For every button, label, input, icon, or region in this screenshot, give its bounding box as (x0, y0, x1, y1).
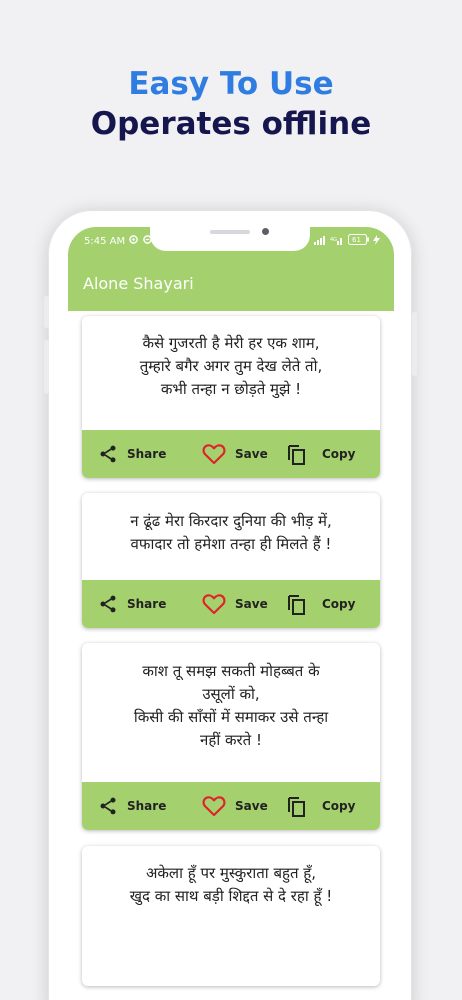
copy-button[interactable]: Copy (286, 580, 355, 628)
copy-icon (286, 593, 306, 615)
camera-notch (150, 227, 310, 251)
svg-text:4G: 4G (330, 237, 337, 243)
promo-line-1: Easy To Use (128, 66, 334, 102)
share-icon (98, 444, 118, 464)
copy-button[interactable]: Copy (286, 430, 355, 478)
copy-icon (286, 795, 306, 817)
app-notification-icon (129, 235, 138, 247)
shayari-line: काश तू समझ सकती मोहब्बत के (142, 662, 320, 680)
save-label: Save (235, 447, 268, 461)
shayari-card: कैसे गुजरती है मेरी हर एक शाम, तुम्हारे … (82, 316, 380, 478)
svg-text:61: 61 (352, 236, 361, 244)
shayari-line: खुद का साथ बड़ी शिद्दत से दे रहा हूँ ! (129, 887, 333, 905)
shayari-line: नहीं करते ! (200, 731, 262, 749)
share-label: Share (127, 447, 167, 461)
copy-label: Copy (322, 597, 356, 611)
share-label: Share (127, 799, 167, 813)
front-camera (262, 228, 269, 235)
shayari-card: काश तू समझ सकती मोहब्बत के उसूलों को, कि… (82, 643, 380, 830)
save-button[interactable]: Save (202, 430, 268, 478)
shayari-line: तुम्हारे बगैर अगर तुम देख लेते तो, (139, 357, 323, 375)
copy-label: Copy (322, 799, 356, 813)
shayari-line: अकेला हूँ पर मुस्कुराता बहुत हूँ, (145, 864, 317, 882)
shayari-line: कभी तन्हा न छोड़ते मुझे ! (160, 380, 302, 398)
shayari-line: उसूलों को, (202, 685, 260, 703)
signal-icon (314, 235, 326, 248)
shayari-text: काश तू समझ सकती मोहब्बत के उसूलों को, कि… (88, 660, 374, 752)
share-icon (98, 594, 118, 614)
shayari-line: कैसे गुजरती है मेरी हर एक शाम, (142, 334, 320, 352)
phone-power-button (412, 312, 417, 376)
status-time: 5:45 AM (84, 236, 126, 247)
copy-label: Copy (322, 447, 356, 461)
phone-screen: 5:45 AM 4G 61 Alone Shayari कैसे गुजरती … (68, 227, 394, 1000)
phone-volume-button-2 (44, 340, 49, 394)
copy-button[interactable]: Copy (286, 782, 355, 830)
promo-line-2: Operates offline (90, 106, 372, 142)
heart-icon (202, 795, 226, 817)
save-label: Save (235, 597, 268, 611)
card-action-bar: Share Save Copy (82, 782, 380, 830)
share-button[interactable]: Share (98, 580, 166, 628)
status-bar: 5:45 AM 4G 61 (68, 227, 394, 255)
save-label: Save (235, 799, 268, 813)
share-button[interactable]: Share (98, 430, 166, 478)
app-title: Alone Shayari (83, 274, 194, 293)
share-label: Share (127, 597, 167, 611)
card-action-bar: Share Save Copy (82, 430, 380, 478)
shayari-line: वफादार तो हमेशा तन्हा ही मिलते हैं ! (130, 535, 332, 553)
shayari-text: कैसे गुजरती है मेरी हर एक शाम, तुम्हारे … (88, 332, 374, 401)
shayari-text: न ढूंढ मेरा किरदार दुनिया की भीड़ में, व… (88, 510, 374, 556)
charging-icon (373, 235, 380, 248)
shayari-card: न ढूंढ मेरा किरदार दुनिया की भीड़ में, व… (82, 493, 380, 628)
speaker-grille (210, 230, 250, 234)
save-button[interactable]: Save (202, 580, 268, 628)
heart-icon (202, 443, 226, 465)
shayari-text: अकेला हूँ पर मुस्कुराता बहुत हूँ, खुद का… (88, 862, 374, 908)
share-button[interactable]: Share (98, 782, 166, 830)
shayari-line: किसी की साँसों में समाकर उसे तन्हा (133, 708, 329, 726)
phone-volume-button (44, 296, 49, 328)
card-action-bar: Share Save Copy (82, 580, 380, 628)
save-button[interactable]: Save (202, 782, 268, 830)
battery-icon: 61 (348, 234, 370, 248)
share-icon (98, 796, 118, 816)
shayari-card: अकेला हूँ पर मुस्कुराता बहुत हूँ, खुद का… (82, 846, 380, 986)
4g-signal-icon: 4G (330, 235, 344, 248)
shayari-line: न ढूंढ मेरा किरदार दुनिया की भीड़ में, (130, 512, 332, 530)
heart-icon (202, 593, 226, 615)
app-toolbar: Alone Shayari (68, 255, 394, 311)
copy-icon (286, 443, 306, 465)
promo-headline: Easy To Use Operates offline (0, 64, 462, 144)
